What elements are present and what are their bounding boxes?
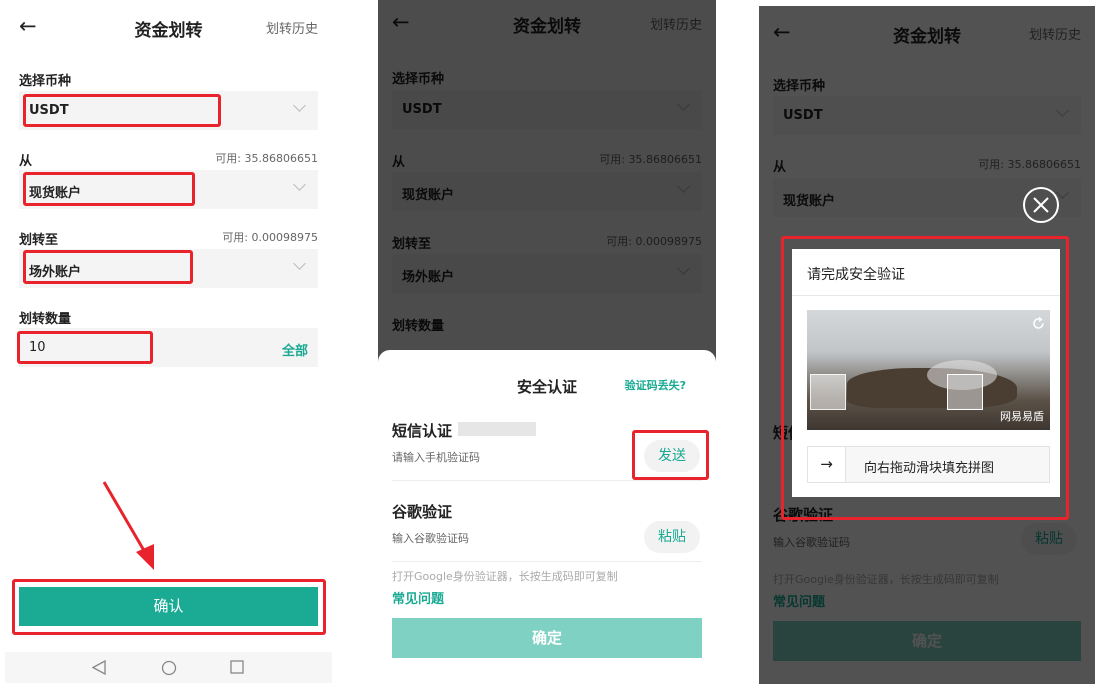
highlight-from <box>23 172 195 206</box>
history-link[interactable]: 划转历史 <box>266 18 318 37</box>
chevron-down-icon <box>293 257 306 270</box>
paste-button[interactable]: 粘贴 <box>644 521 700 553</box>
highlight-amount <box>17 331 153 364</box>
google-code-input[interactable]: 输入谷歌验证码 <box>392 530 469 546</box>
faq-link[interactable]: 常见问题 <box>392 588 444 607</box>
chevron-down-icon <box>293 178 306 191</box>
security-sheet: 安全认证 验证码丢失? 短信认证 请输入手机验证码 发送 谷歌验证 输入谷歌验证… <box>378 350 716 681</box>
transfer-screen: ← 资金划转 划转历史 选择币种 USDT 从 可用: 35.86806651 … <box>5 0 332 683</box>
annotation-arrow-icon <box>102 481 154 570</box>
from-available: 可用: 35.86806651 <box>215 152 318 165</box>
google-label: 谷歌验证 <box>392 503 453 521</box>
nav-back-icon[interactable] <box>92 660 106 675</box>
highlight-coin <box>23 94 221 127</box>
amount-label: 划转数量 <box>19 312 72 327</box>
nav-home-icon[interactable] <box>161 660 177 676</box>
google-hint: 打开Google身份验证器，长按生成码即可复制 <box>392 570 618 583</box>
system-nav-bar <box>5 652 332 683</box>
sms-code-input[interactable]: 请输入手机验证码 <box>392 449 480 465</box>
highlight-captcha <box>781 236 1069 520</box>
to-available: 可用: 0.00098975 <box>222 231 318 244</box>
chevron-down-icon <box>293 99 306 112</box>
divider <box>392 480 702 481</box>
ok-button[interactable]: 确定 <box>392 618 702 658</box>
sms-label: 短信认证 <box>392 422 453 440</box>
nav-recents-icon[interactable] <box>230 660 245 675</box>
security-auth-screen: ← 资金划转 划转历史 选择币种 USDT 从 可用: 35.86806651 … <box>378 0 716 681</box>
captcha-screen: ← 资金划转 划转历史 选择币种 USDT 从 可用: 35.86806651 … <box>759 6 1095 684</box>
masked-phone <box>458 422 536 436</box>
header: ← 资金划转 划转历史 <box>5 0 332 55</box>
to-label: 划转至 <box>19 233 59 248</box>
highlight-confirm <box>12 579 326 635</box>
lost-code-link[interactable]: 验证码丢失? <box>625 377 686 393</box>
close-icon[interactable] <box>1022 186 1060 224</box>
from-label: 从 <box>19 154 33 169</box>
all-button[interactable]: 全部 <box>282 340 308 359</box>
highlight-to <box>23 250 193 284</box>
divider <box>392 561 702 562</box>
highlight-send <box>632 430 709 480</box>
coin-label: 选择币种 <box>19 74 72 89</box>
